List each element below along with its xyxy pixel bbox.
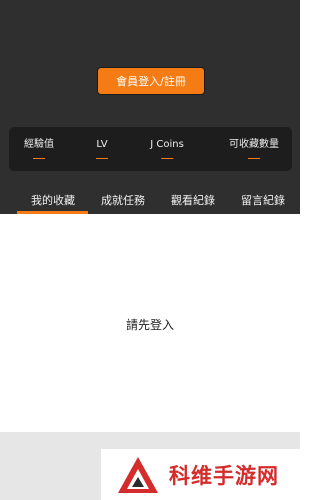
watermark: 科维手游网 [101,449,300,500]
tab-achievements[interactable]: 成就任務 [101,192,145,208]
stat-experience-label: 經驗值 [24,139,54,150]
stat-jcoins-label: J Coins [150,139,184,150]
stat-jcoins-value [161,158,173,159]
watermark-text: 科维手游网 [169,463,279,488]
tab-watch-history[interactable]: 觀看紀錄 [171,192,215,208]
stat-collect-capacity: 可收藏數量 [229,139,279,159]
watermark-logo-icon [118,456,158,493]
stat-experience: 經驗值 [24,139,54,159]
stat-level: LV [96,139,108,159]
stat-collect-capacity-label: 可收藏數量 [229,139,279,150]
stat-experience-value [33,158,45,159]
content-area: 請先登入 [0,214,300,432]
stats-panel: 經驗值 LV J Coins 可收藏數量 [9,127,292,171]
tab-favorites[interactable]: 我的收藏 [31,192,75,208]
tab-bar: 我的收藏 成就任務 觀看紀錄 留言紀錄 [0,186,300,214]
stat-collect-capacity-value [248,158,260,159]
stat-jcoins: J Coins [150,139,184,159]
stat-level-value [96,158,108,159]
login-register-button[interactable]: 會員登入/註冊 [97,67,205,95]
stat-level-label: LV [96,139,108,150]
tab-comment-history[interactable]: 留言紀錄 [241,192,285,208]
login-prompt: 請先登入 [125,318,174,332]
profile-header: 會員登入/註冊 經驗值 LV J Coins 可收藏數量 我的收藏 成就任務 觀… [0,0,300,214]
